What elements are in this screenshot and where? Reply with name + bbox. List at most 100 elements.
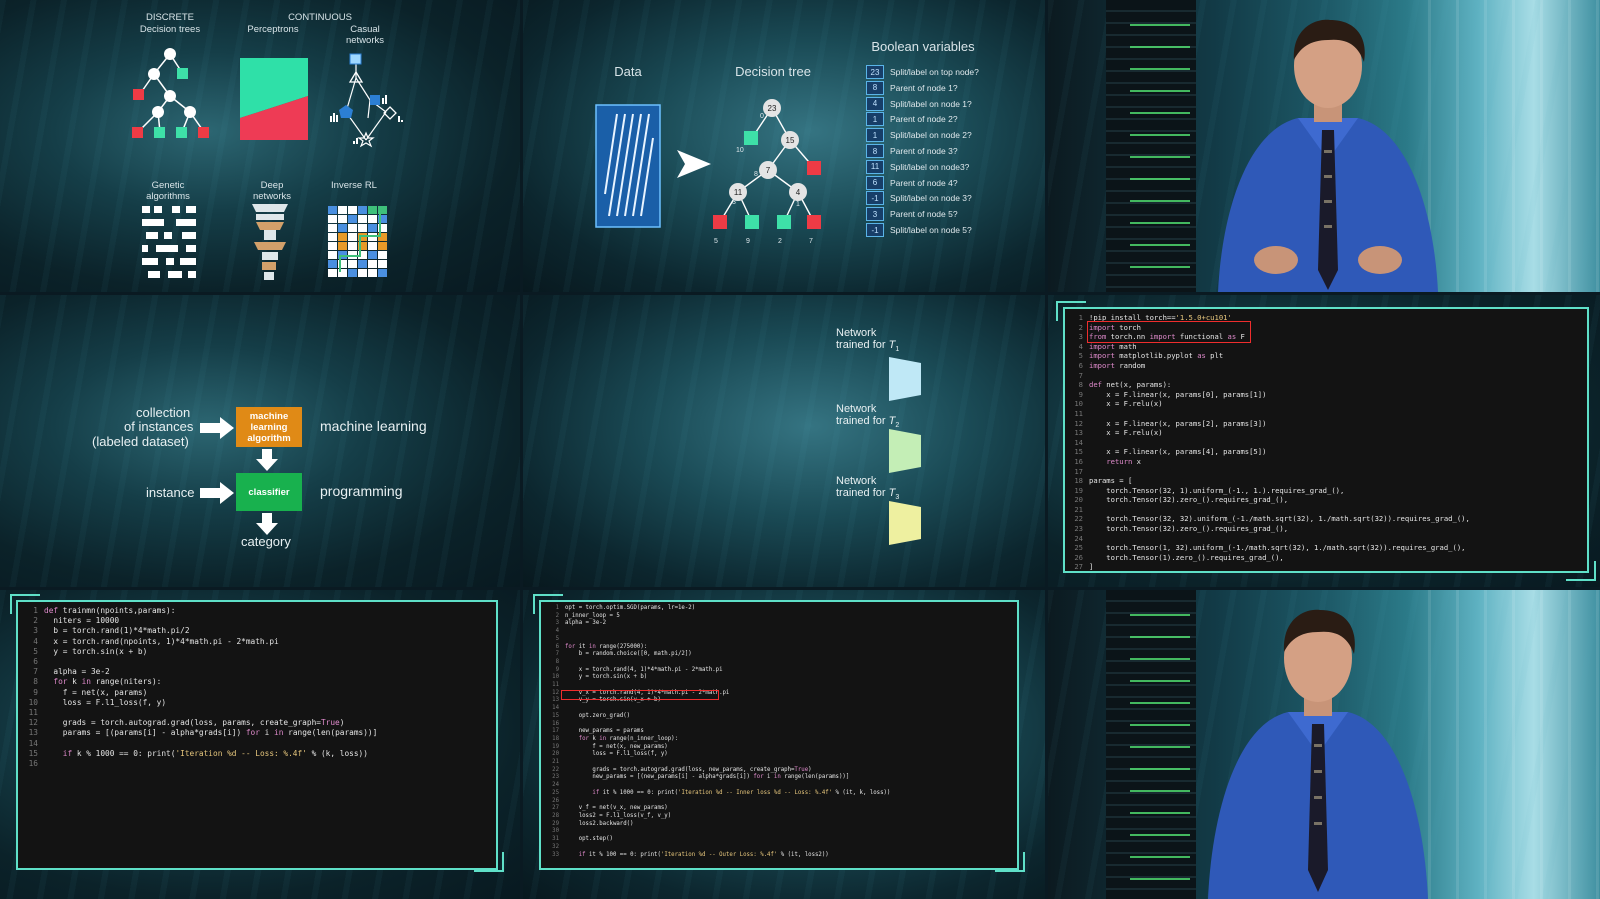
presenter-figure — [1208, 609, 1428, 899]
text-instance: instance — [146, 485, 195, 500]
data-block-icon — [595, 104, 661, 228]
code-block-train: 1 def trainmn(npoints,params): 2 niters = … — [28, 606, 378, 769]
arrow-right-icon — [200, 482, 234, 504]
frame-corner — [474, 852, 504, 872]
network-label: Network trained for T3 — [836, 475, 900, 502]
panel-ml-vs-programming: collection of instances (labeled dataset… — [0, 295, 520, 587]
boolean-variable-row: -1 Split/label on node 3? — [866, 191, 972, 206]
server-rack-right — [1428, 590, 1600, 899]
tree-edge-label: 0 — [760, 113, 764, 120]
arrow-right-icon — [677, 150, 711, 178]
tree-node-label: 7 — [766, 166, 771, 175]
code-editor-frame: 1 !pip install torch=='1.5.0+cu101' 2 impor… — [1063, 307, 1589, 573]
boolean-variable-row: 11 Split/label on node3? — [866, 159, 970, 174]
genetic-algorithm-icon — [142, 206, 196, 278]
tree-leaf-label: 2 — [778, 238, 782, 244]
boolean-label: Parent of node 3? — [890, 146, 958, 156]
code-block-model: 1 !pip install torch=='1.5.0+cu101' 2 impor… — [1074, 313, 1470, 572]
inverse-rl-grid-icon — [328, 206, 387, 277]
boolean-value: 8 — [866, 144, 884, 158]
label-continuous: CONTINUOUS — [288, 12, 352, 23]
presenter-figure — [1218, 19, 1438, 292]
network-label: Network trained for T1 — [836, 327, 900, 354]
highlight-imports — [1087, 321, 1251, 343]
boolean-label: Parent of node 2? — [890, 114, 958, 125]
decision-tree-diagram: 2315711 4 010683 15 9 2 7 — [713, 99, 821, 244]
network-t2-icon — [889, 429, 921, 473]
boolean-variable-row: 8 Parent of node 1? — [866, 80, 958, 95]
network-t3-icon — [889, 501, 921, 545]
boolean-label: Split/label on node 1? — [890, 98, 972, 109]
boolean-value: -1 — [866, 191, 884, 206]
boolean-variable-row: 8 Parent of node 3? — [866, 144, 958, 158]
tree-edge-label: 3 — [732, 199, 736, 206]
code-editor-frame: 1 opt = torch.optim.SGD(params, lr=1e-2) 2… — [539, 600, 1019, 870]
boolean-label: Split/label on node3? — [890, 161, 970, 172]
tree-leaf-label: 7 — [809, 238, 813, 244]
label-inverse-rl: Inverse RL — [331, 180, 377, 191]
frame-corner — [995, 852, 1025, 872]
text-programming: programming — [320, 483, 403, 499]
boolean-label: Split/label on node 2? — [890, 130, 972, 141]
boolean-value: 8 — [866, 80, 884, 95]
text-collection: collection — [136, 405, 191, 420]
tree-node-label: 11 — [734, 188, 743, 197]
boolean-variable-row: 1 Parent of node 2? — [866, 112, 958, 127]
label-genetic-algorithms: Genetic algorithms — [146, 180, 190, 202]
frame-corner — [533, 594, 563, 614]
server-lights — [1130, 10, 1190, 280]
panel-code-train: 1 def trainmn(npoints,params): 2 niters = … — [0, 590, 520, 899]
tree-edge-label: 10 — [736, 147, 744, 154]
boolean-value: 23 — [866, 65, 884, 79]
boolean-variable-row: 3 Parent of node 5? — [866, 207, 958, 222]
boolean-variable-row: 6 Parent of node 4? — [866, 175, 958, 190]
label-perceptrons: Perceptrons — [247, 24, 299, 35]
boolean-value: -1 — [866, 223, 884, 237]
boolean-value: 4 — [866, 96, 884, 111]
network-t1-icon — [889, 357, 921, 401]
panel-decision-tree-encoding: Data Decision tree Boolean variables 23 1… — [523, 0, 1045, 292]
text-of-instances: of instances — [124, 419, 194, 434]
boolean-label: Split/label on top node? — [890, 67, 979, 77]
label-decision-tree: Decision tree — [735, 64, 811, 79]
boolean-label: Parent of node 4? — [890, 177, 958, 188]
classifier-box: classifier — [236, 473, 302, 511]
text-labeled-dataset: (labeled dataset) — [92, 434, 189, 449]
boolean-variable-row: 4 Split/label on node 1? — [866, 96, 972, 111]
tree-node-label: 4 — [796, 188, 801, 197]
boolean-value: 1 — [866, 128, 884, 143]
tree-node-label: 23 — [768, 104, 777, 113]
arrow-down-icon — [256, 513, 278, 535]
code-block-meta: 1 opt = torch.optim.SGD(params, lr=1e-2) 2… — [552, 605, 891, 858]
boolean-label: Split/label on node 3? — [890, 193, 972, 204]
panel-taxonomy: DISCRETE CONTINUOUS Decision trees Perce… — [0, 0, 520, 292]
panel-presenter-bottom — [1048, 590, 1600, 899]
ml-algorithm-box: machine learning algorithm — [236, 407, 302, 447]
frame-corner — [1566, 561, 1596, 581]
panel-networks-trained: Network trained for T1 Network trained for … — [523, 295, 1045, 587]
tree-edge-label: 6 — [784, 143, 788, 150]
text-category: category — [241, 534, 291, 549]
deep-network-icon — [252, 204, 288, 280]
server-lights — [1130, 600, 1190, 890]
perceptron-icon — [240, 58, 308, 140]
label-deep-networks: Deep networks — [252, 180, 291, 202]
causal-network-icon — [330, 53, 403, 148]
code-editor-frame: 1 def trainmn(npoints,params): 2 niters = … — [16, 600, 498, 870]
label-data: Data — [614, 64, 642, 79]
arrow-down-icon — [256, 449, 278, 471]
tree-edge-label: 8 — [754, 171, 758, 178]
label-boolean-variables: Boolean variables — [871, 39, 975, 54]
boolean-label: Parent of node 5? — [890, 209, 958, 220]
boolean-value: 3 — [866, 207, 884, 222]
panel-code-meta: 1 opt = torch.optim.SGD(params, lr=1e-2) 2… — [523, 590, 1045, 899]
boolean-value: 11 — [866, 159, 884, 174]
decision-tree-icon — [132, 48, 209, 138]
tree-leaf-label: 5 — [714, 238, 718, 244]
tree-leaf-label: 9 — [746, 238, 750, 244]
boolean-label: Parent of node 1? — [890, 82, 958, 93]
network-label: Network trained for T2 — [836, 403, 900, 430]
boolean-value: 6 — [866, 175, 884, 190]
highlight-validation-x — [561, 690, 719, 700]
arrow-right-icon — [200, 417, 234, 439]
